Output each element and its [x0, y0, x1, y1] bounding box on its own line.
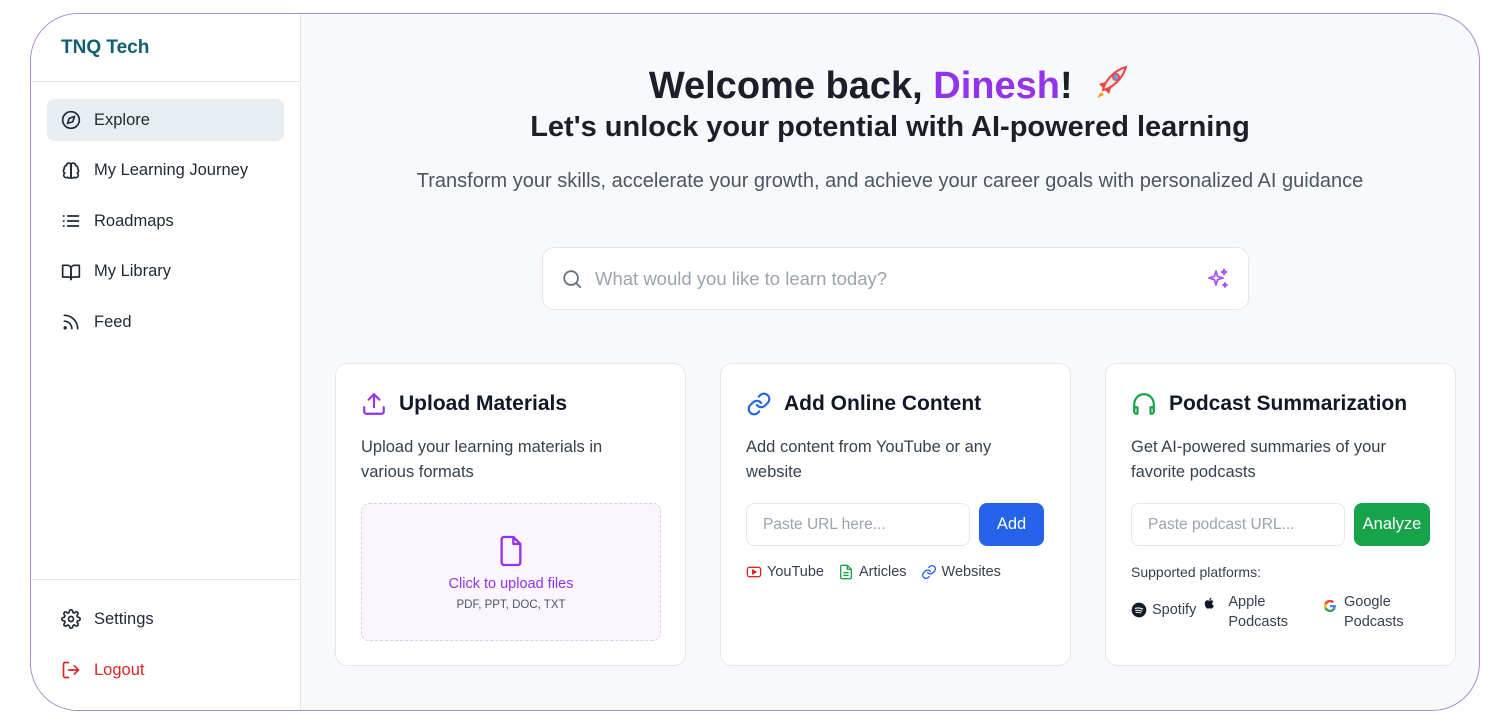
podcast-title: Podcast Summarization [1169, 392, 1408, 415]
source-label: YouTube [767, 564, 824, 580]
sidebar-footer: Settings Logout [31, 579, 300, 710]
sidebar-item-label: My Library [94, 262, 172, 280]
podcast-url-input[interactable] [1131, 503, 1345, 546]
url-row: Add [746, 503, 1045, 546]
online-description: Add content from YouTube or any website [746, 438, 992, 481]
platform-label: Spotify [1152, 602, 1197, 618]
upload-cta[interactable]: Click to upload files [449, 576, 574, 592]
sidebar-item-my-library[interactable]: My Library [47, 251, 284, 293]
search-icon [561, 268, 583, 290]
platform-apple-podcasts: Apple Podcasts [1204, 594, 1288, 632]
card-title: Upload Materials [361, 390, 660, 418]
logout-icon [61, 660, 81, 680]
search-bar [542, 247, 1249, 310]
platform-google-podcasts: Google Podcasts [1323, 594, 1404, 632]
podcast-description: Get AI-powered summaries of your favorit… [1131, 438, 1386, 481]
search-input[interactable] [593, 266, 1206, 291]
sidebar-item-label: Settings [94, 609, 154, 628]
upload-description: Upload your learning materials in variou… [361, 438, 603, 481]
supported-platforms-label: Supported platforms: [1131, 564, 1261, 580]
analyze-button[interactable]: Analyze [1354, 503, 1430, 546]
online-title: Add Online Content [784, 392, 982, 415]
card-title: Podcast Summarization [1131, 390, 1430, 418]
sidebar-item-label: Feed [94, 312, 132, 331]
tagline: Transform your skills, accelerate your g… [416, 170, 1364, 192]
sidebar-item-feed[interactable]: Feed [47, 301, 284, 343]
logout-button[interactable]: Logout [47, 649, 284, 691]
platform-spotify: Spotify [1131, 602, 1196, 618]
platform-label-line1: Google [1344, 594, 1391, 610]
platform-label: Apple Podcasts [1228, 592, 1288, 632]
compass-icon [61, 110, 81, 130]
sidebar-nav: Explore My Learning Journey Roadmaps My … [31, 82, 300, 343]
list-icon [61, 211, 81, 231]
app-window: TNQ Tech Explore My Learning Journey Roa… [30, 13, 1480, 711]
platform-label: Google Podcasts [1344, 592, 1404, 632]
youtube-icon [746, 564, 762, 580]
link-icon [746, 391, 772, 417]
brand-name: TNQ Tech [31, 14, 300, 82]
add-button[interactable]: Add [979, 503, 1044, 546]
greeting-suffix: ! [1059, 65, 1073, 107]
upload-formats: PDF, PPT, DOC, TXT [456, 598, 566, 611]
add-online-content-card: Add Online Content Add content from YouT… [720, 363, 1071, 666]
spotify-icon [1131, 602, 1147, 618]
book-open-icon [61, 262, 81, 282]
brain-icon [61, 161, 81, 181]
sidebar-item-roadmaps[interactable]: Roadmaps [47, 200, 284, 242]
upload-icon [361, 391, 387, 417]
sidebar-item-label: Roadmaps [94, 211, 174, 230]
platform-label-line2: Podcasts [1344, 614, 1404, 630]
source-label: Websites [941, 564, 1001, 580]
sidebar-item-settings[interactable]: Settings [47, 598, 284, 640]
source-articles: Articles [838, 564, 907, 580]
greeting-prefix: Welcome back, [648, 65, 934, 107]
platform-label-line1: Apple [1228, 594, 1266, 610]
sidebar: TNQ Tech Explore My Learning Journey Roa… [31, 14, 301, 710]
platform-list: Spotify Apple Podcasts Google Podcasts [1131, 594, 1430, 632]
headphones-icon [1131, 391, 1157, 417]
rss-icon [61, 312, 81, 332]
podcast-url-row: Analyze [1131, 503, 1430, 546]
sidebar-item-explore[interactable]: Explore [47, 99, 284, 141]
source-websites: Websites [921, 564, 1001, 580]
source-youtube: YouTube [746, 564, 824, 580]
logout-label: Logout [94, 660, 145, 679]
url-input[interactable] [746, 503, 970, 546]
file-dropzone[interactable]: Click to upload files PDF, PPT, DOC, TXT [361, 503, 661, 641]
link-icon [921, 564, 937, 580]
rocket-icon [1091, 62, 1131, 112]
apple-icon [1204, 597, 1216, 613]
sparkles-icon[interactable] [1206, 267, 1230, 291]
upload-title: Upload Materials [399, 392, 568, 415]
google-icon [1323, 599, 1339, 615]
card-title: Add Online Content [746, 390, 1045, 418]
podcast-summarization-card: Podcast Summarization Get AI-powered sum… [1105, 363, 1456, 666]
main-content: Welcome back, Dinesh! Let's unlock your … [301, 14, 1479, 710]
subheading: Let's unlock your potential with AI-powe… [530, 111, 1250, 143]
source-label: Articles [858, 564, 907, 580]
gear-icon [61, 609, 81, 629]
welcome-heading: Welcome back, Dinesh! [301, 62, 1479, 112]
sidebar-item-my-learning-journey[interactable]: My Learning Journey [47, 150, 284, 192]
upload-materials-card: Upload Materials Upload your learning ma… [335, 363, 686, 666]
sidebar-item-label: Explore [94, 110, 150, 129]
platform-label-line2: Podcasts [1228, 614, 1288, 630]
user-name: Dinesh [933, 65, 1060, 107]
file-icon [497, 534, 525, 568]
source-types: YouTube Articles Websites [746, 564, 1045, 580]
sidebar-item-label: My Learning Journey [94, 161, 249, 179]
document-icon [838, 564, 854, 580]
